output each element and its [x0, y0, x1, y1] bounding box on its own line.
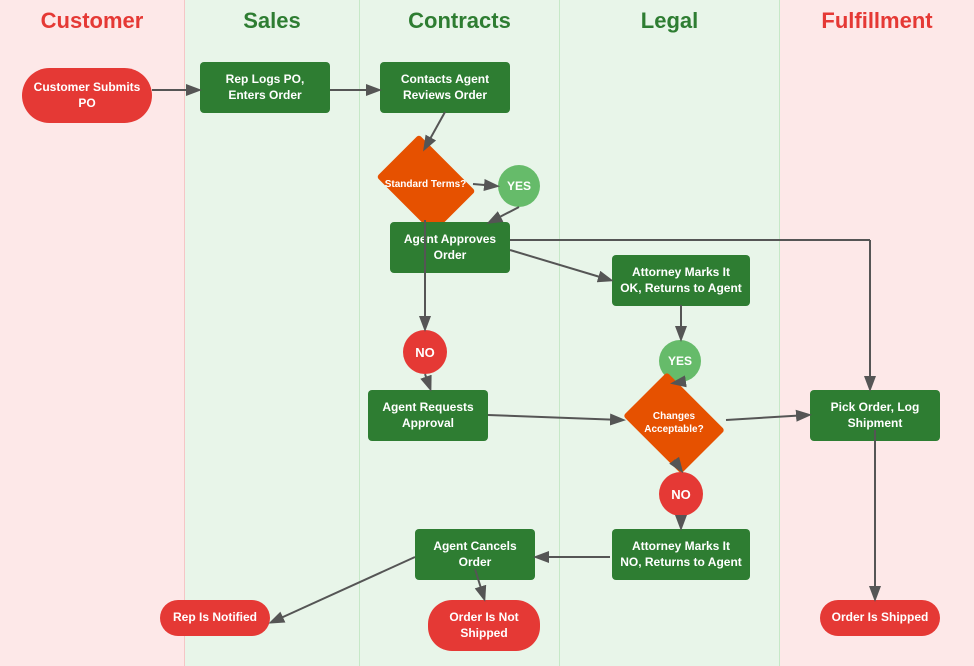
changes-acceptable-diamond-wrapper: Changes Acceptable?	[624, 385, 724, 460]
rep-is-notified: Rep Is Notified	[160, 600, 270, 636]
no-circle-1: NO	[403, 330, 447, 374]
pick-order-log-shipment: Pick Order, Log Shipment	[810, 390, 940, 441]
rep-logs-po: Rep Logs PO, Enters Order	[200, 62, 330, 113]
swimlane-fulfillment: Fulfillment	[780, 0, 974, 666]
changes-acceptable-label: Changes Acceptable?	[624, 410, 724, 436]
swimlane-header-customer: Customer	[0, 0, 184, 42]
swimlane-header-contracts: Contracts	[360, 0, 559, 42]
attorney-marks-ok: Attorney Marks It OK, Returns to Agent	[612, 255, 750, 306]
agent-requests-approval: Agent Requests Approval	[368, 390, 488, 441]
contacts-agent-reviews: Contacts Agent Reviews Order	[380, 62, 510, 113]
yes-circle-1: YES	[498, 165, 540, 207]
swimlane-header-fulfillment: Fulfillment	[780, 0, 974, 42]
standard-terms-diamond-wrapper: Standard Terms?	[378, 148, 473, 220]
agent-approves-order: Agent Approves Order	[390, 222, 510, 273]
agent-cancels-order: Agent Cancels Order	[415, 529, 535, 580]
order-not-shipped: Order Is Not Shipped	[428, 600, 540, 651]
swimlane-header-sales: Sales	[185, 0, 359, 42]
standard-terms-label: Standard Terms?	[385, 178, 467, 191]
order-is-shipped: Order Is Shipped	[820, 600, 940, 636]
no-circle-2: NO	[659, 472, 703, 516]
swimlane-header-legal: Legal	[560, 0, 779, 42]
attorney-marks-no: Attorney Marks It NO, Returns to Agent	[612, 529, 750, 580]
customer-submits-po: Customer Submits PO	[22, 68, 152, 123]
